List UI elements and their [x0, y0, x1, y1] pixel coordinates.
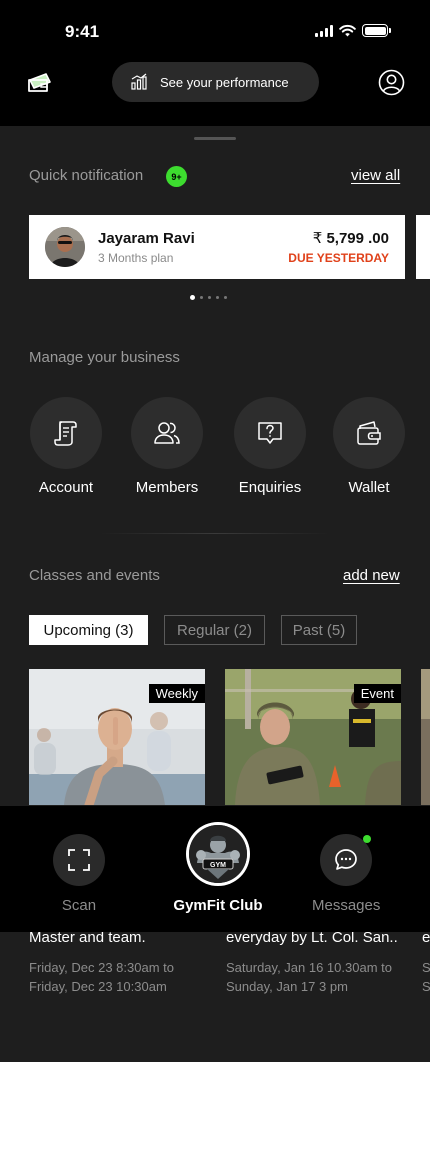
event-type-tag: Weekly [148, 684, 205, 703]
nav-messages[interactable]: Messages [312, 834, 380, 914]
event-time-start: Saturday, Jan 16 10.30am to [226, 960, 392, 975]
pager-dot[interactable] [224, 296, 227, 299]
section-divider [100, 533, 330, 534]
gym-logo-icon: GYM [189, 825, 247, 883]
battery-icon [362, 24, 391, 37]
question-chat-icon [258, 422, 282, 444]
nav-scan-label: Scan [61, 897, 97, 914]
performance-button[interactable]: See your performance [112, 62, 319, 102]
sheet-handle[interactable] [194, 137, 236, 140]
wifi-icon [339, 24, 356, 37]
message-icon [335, 849, 357, 870]
app-screen: 9:41 See your performance Quick notifica… [0, 0, 430, 1062]
business-item-wallet[interactable]: Wallet [329, 397, 409, 496]
business-item-enquiries[interactable]: Enquiries [230, 397, 310, 496]
event-card-image[interactable]: Weekly [29, 669, 205, 805]
wallet-icon [357, 421, 381, 445]
bar-chart-icon [131, 73, 147, 90]
users-icon [154, 422, 180, 444]
top-bar: 9:41 See your performance [0, 0, 430, 126]
carousel-pager [190, 295, 227, 300]
event-info[interactable]: Master and team. Friday, Dec 23 8:30am t… [29, 929, 174, 996]
due-amount: ₹ 5,799 .00 [288, 229, 389, 247]
event-type-tag: Event [353, 684, 401, 703]
notification-count-badge: 9+ [166, 166, 187, 187]
event-time: S S [422, 958, 430, 996]
pager-dot[interactable] [190, 295, 195, 300]
nav-club[interactable]: GYM GymFit Club [168, 822, 268, 914]
notification-card[interactable]: Jayaram Ravi 3 Months plan ₹ 5,799 .00 D… [29, 215, 405, 279]
event-time-start: Friday, Dec 23 8:30am to [29, 960, 174, 975]
wallet-icon[interactable] [26, 68, 54, 96]
gym-logo-text: GYM [210, 862, 226, 869]
tab-past[interactable]: Past (5) [281, 615, 357, 645]
bottom-nav: Scan GYM GymFit Club Messages [0, 806, 430, 932]
currency-symbol: ₹ [312, 230, 323, 247]
event-time-end: Sunday, Jan 17 3 pm [226, 979, 348, 994]
quick-notification-title: Quick notification [29, 167, 144, 184]
event-time-end: Friday, Dec 23 10:30am [29, 979, 167, 994]
pager-dot[interactable] [208, 296, 211, 299]
performance-label: See your performance [160, 74, 289, 90]
event-time: Saturday, Jan 16 10.30am to Sunday, Jan … [226, 958, 398, 996]
event-time-end: S [422, 979, 430, 994]
nav-scan[interactable]: Scan [53, 834, 105, 914]
event-info[interactable]: e S S [422, 929, 430, 996]
profile-icon[interactable] [378, 69, 405, 96]
status-time: 9:41 [65, 22, 100, 41]
event-card-image[interactable]: Event [225, 669, 401, 805]
due-status: DUE YESTERDAY [288, 251, 389, 265]
business-item-members[interactable]: Members [127, 397, 207, 496]
pager-dot[interactable] [200, 296, 203, 299]
signal-icon [315, 24, 333, 37]
add-new-link[interactable]: add new [343, 567, 400, 584]
classes-events-title: Classes and events [29, 567, 160, 584]
event-time: Friday, Dec 23 8:30am to Friday, Dec 23 … [29, 958, 174, 996]
event-card-image[interactable] [421, 669, 430, 805]
amount-value: 5,799 .00 [326, 230, 389, 247]
scan-icon [68, 849, 90, 871]
notification-card-next[interactable] [416, 215, 430, 279]
nav-club-label: GymFit Club [173, 897, 263, 914]
member-plan: 3 Months plan [98, 250, 174, 265]
event-info[interactable]: everyday by Lt. Col. San.. Saturday, Jan… [226, 929, 398, 996]
business-item-label: Wallet [348, 479, 390, 496]
pager-dot[interactable] [216, 296, 219, 299]
view-all-link[interactable]: view all [351, 167, 400, 184]
nav-messages-label: Messages [312, 897, 381, 914]
event-time-start: S [422, 960, 430, 975]
business-item-account[interactable]: Account [26, 397, 106, 496]
business-item-label: Account [38, 479, 94, 496]
tab-regular[interactable]: Regular (2) [164, 615, 265, 645]
status-icons [315, 24, 391, 37]
event-photo [421, 669, 430, 805]
member-name: Jayaram Ravi [98, 229, 195, 247]
business-item-label: Members [135, 479, 199, 496]
manage-business-title: Manage your business [29, 349, 180, 366]
tab-upcoming[interactable]: Upcoming (3) [29, 615, 148, 645]
business-item-label: Enquiries [238, 479, 302, 496]
receipt-icon [54, 421, 77, 446]
unread-indicator [363, 835, 371, 843]
avatar [45, 227, 85, 267]
